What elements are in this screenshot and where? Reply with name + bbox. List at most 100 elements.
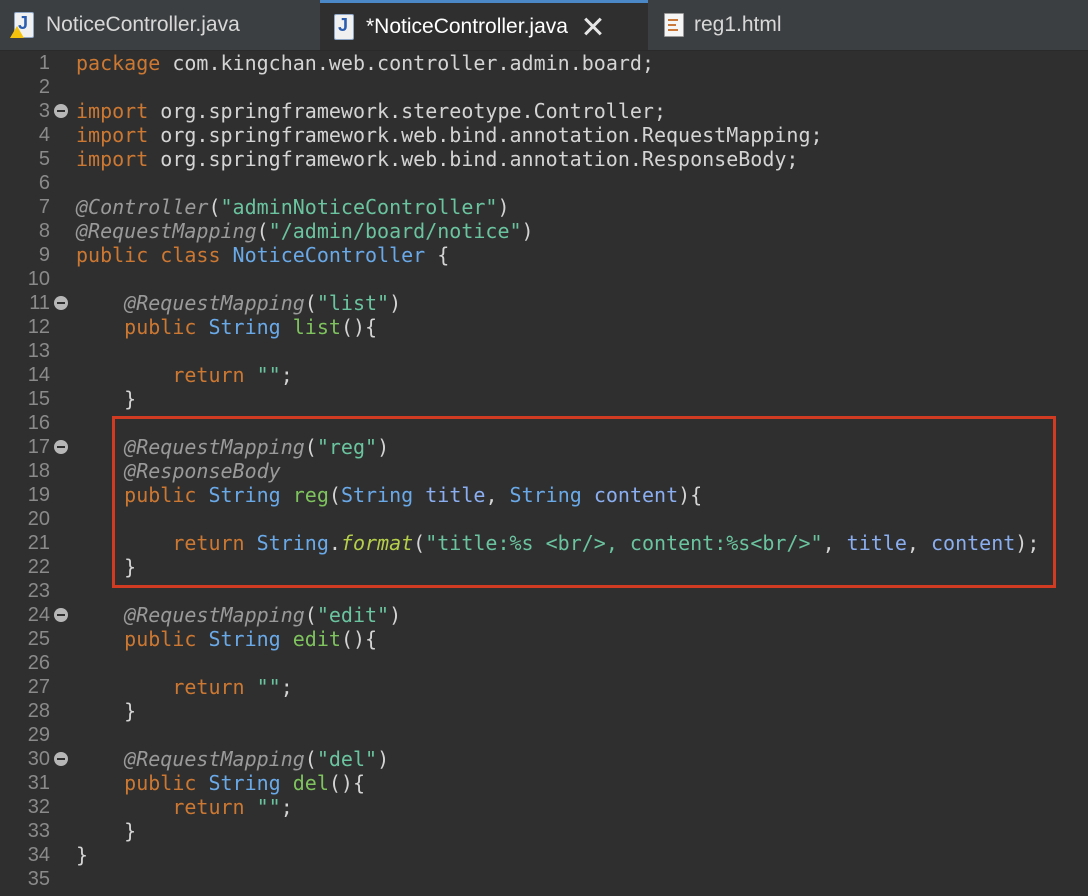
- code-token: org.springframework.stereotype.Controlle…: [148, 99, 667, 123]
- code-line: public String edit(){: [76, 627, 377, 651]
- code-line: @RequestMapping("list"): [76, 291, 401, 315]
- code-token: }: [76, 387, 137, 411]
- highlight-box: [112, 416, 1056, 588]
- line-number: 31: [27, 772, 50, 794]
- code-token: (: [304, 603, 317, 627]
- line-number: 10: [27, 268, 50, 290]
- line-number: 19: [27, 484, 50, 506]
- tab-notice-controller[interactable]: J NoticeController.java: [8, 0, 314, 50]
- html-file-icon: [664, 13, 684, 37]
- line-number: 35: [27, 868, 50, 890]
- code-token: import: [76, 147, 149, 171]
- line-number: 21: [27, 532, 50, 554]
- code-token: public class: [76, 243, 233, 267]
- line-number: 24: [27, 604, 50, 626]
- fold-toggle-icon[interactable]: [54, 440, 68, 454]
- code-token: ): [497, 195, 510, 219]
- code-token: ): [389, 291, 402, 315]
- tab-reg1-html[interactable]: reg1.html: [660, 0, 884, 50]
- code-token: public: [124, 627, 209, 651]
- code-token: "del": [316, 747, 378, 771]
- line-number: 11: [29, 292, 50, 314]
- fold-toggle-icon[interactable]: [54, 104, 68, 118]
- code-token: ): [521, 219, 534, 243]
- code-token: (: [304, 291, 317, 315]
- line-number: 2: [38, 76, 50, 98]
- code-line: @RequestMapping("del"): [76, 747, 389, 771]
- line-number: 25: [27, 628, 50, 650]
- code-token: ;: [280, 363, 293, 387]
- code-token: @Controller: [76, 195, 209, 219]
- code-token: String: [208, 627, 293, 651]
- code-token: org.springframework.web.bind.annotation.…: [148, 147, 799, 171]
- tab-notice-controller-modified[interactable]: J *NoticeController.java: [320, 0, 648, 50]
- line-number: 32: [27, 796, 50, 818]
- fold-toggle-icon[interactable]: [54, 296, 68, 310]
- code-line: }: [76, 699, 136, 723]
- code-line: return "";: [76, 363, 293, 387]
- code-token: }: [76, 843, 89, 867]
- code-line: import org.springframework.stereotype.Co…: [76, 99, 666, 123]
- code-token: return: [172, 795, 257, 819]
- fold-toggle-icon[interactable]: [54, 608, 68, 622]
- code-token: edit: [292, 627, 341, 651]
- line-number: 8: [38, 220, 50, 242]
- code-token: ): [389, 603, 402, 627]
- code-token: public: [124, 315, 209, 339]
- code-token: (: [208, 195, 221, 219]
- code-token: "edit": [316, 603, 390, 627]
- line-number: 14: [27, 364, 50, 386]
- code-line: public class NoticeController {: [76, 243, 449, 267]
- code-token: (){: [340, 627, 378, 651]
- code-token: ;: [280, 795, 293, 819]
- fold-toggle-icon[interactable]: [54, 752, 68, 766]
- code-token: {: [425, 243, 450, 267]
- code-line: package com.kingchan.web.controller.admi…: [76, 51, 654, 75]
- line-number: 22: [27, 556, 50, 578]
- code-line: @RequestMapping("edit"): [76, 603, 401, 627]
- line-number: 15: [27, 388, 50, 410]
- line-number: 23: [27, 580, 50, 602]
- line-number: 7: [38, 196, 50, 218]
- code-token: String: [208, 315, 293, 339]
- code-token: ): [377, 747, 390, 771]
- code-token: @RequestMapping: [76, 219, 257, 243]
- line-number: 29: [27, 724, 50, 746]
- line-number: 28: [27, 700, 50, 722]
- code-token: public: [124, 771, 209, 795]
- code-line: }: [76, 819, 136, 843]
- code-token: (: [304, 747, 317, 771]
- code-token: "adminNoticeController": [220, 195, 498, 219]
- code-line: @RequestMapping("/admin/board/notice"): [76, 219, 534, 243]
- code-line: import org.springframework.web.bind.anno…: [76, 147, 798, 171]
- code-token: "": [256, 795, 281, 819]
- code-token: list: [292, 315, 341, 339]
- code-token: "": [256, 363, 281, 387]
- code-token: }: [76, 699, 137, 723]
- code-line: public String del(){: [76, 771, 365, 795]
- code-line: }: [76, 843, 88, 867]
- code-token: String: [208, 771, 293, 795]
- line-number-gutter: 1 2 3 4 5 6 7 8 9 10 11 12 13 14 15 16 17 18 19 20 21 22 23 24 2…: [0, 51, 70, 896]
- code-token: @RequestMapping: [124, 291, 305, 315]
- line-number: 12: [27, 316, 50, 338]
- code-token: @RequestMapping: [124, 747, 305, 771]
- editor-tab-bar: J NoticeController.java J *NoticeControl…: [0, 0, 1088, 51]
- line-number: 34: [27, 844, 50, 866]
- line-number: 13: [27, 340, 50, 362]
- code-line: return "";: [76, 795, 293, 819]
- java-file-icon: J: [334, 13, 356, 40]
- close-icon[interactable]: [582, 16, 604, 38]
- code-token: import: [76, 123, 149, 147]
- code-token: return: [172, 363, 257, 387]
- code-line: @Controller("adminNoticeController"): [76, 195, 510, 219]
- code-token: import: [76, 99, 149, 123]
- code-token: org.springframework.web.bind.annotation.…: [148, 123, 823, 147]
- code-token: com.kingchan.web.controller.admin.board;: [160, 51, 654, 75]
- code-token: @RequestMapping: [124, 603, 305, 627]
